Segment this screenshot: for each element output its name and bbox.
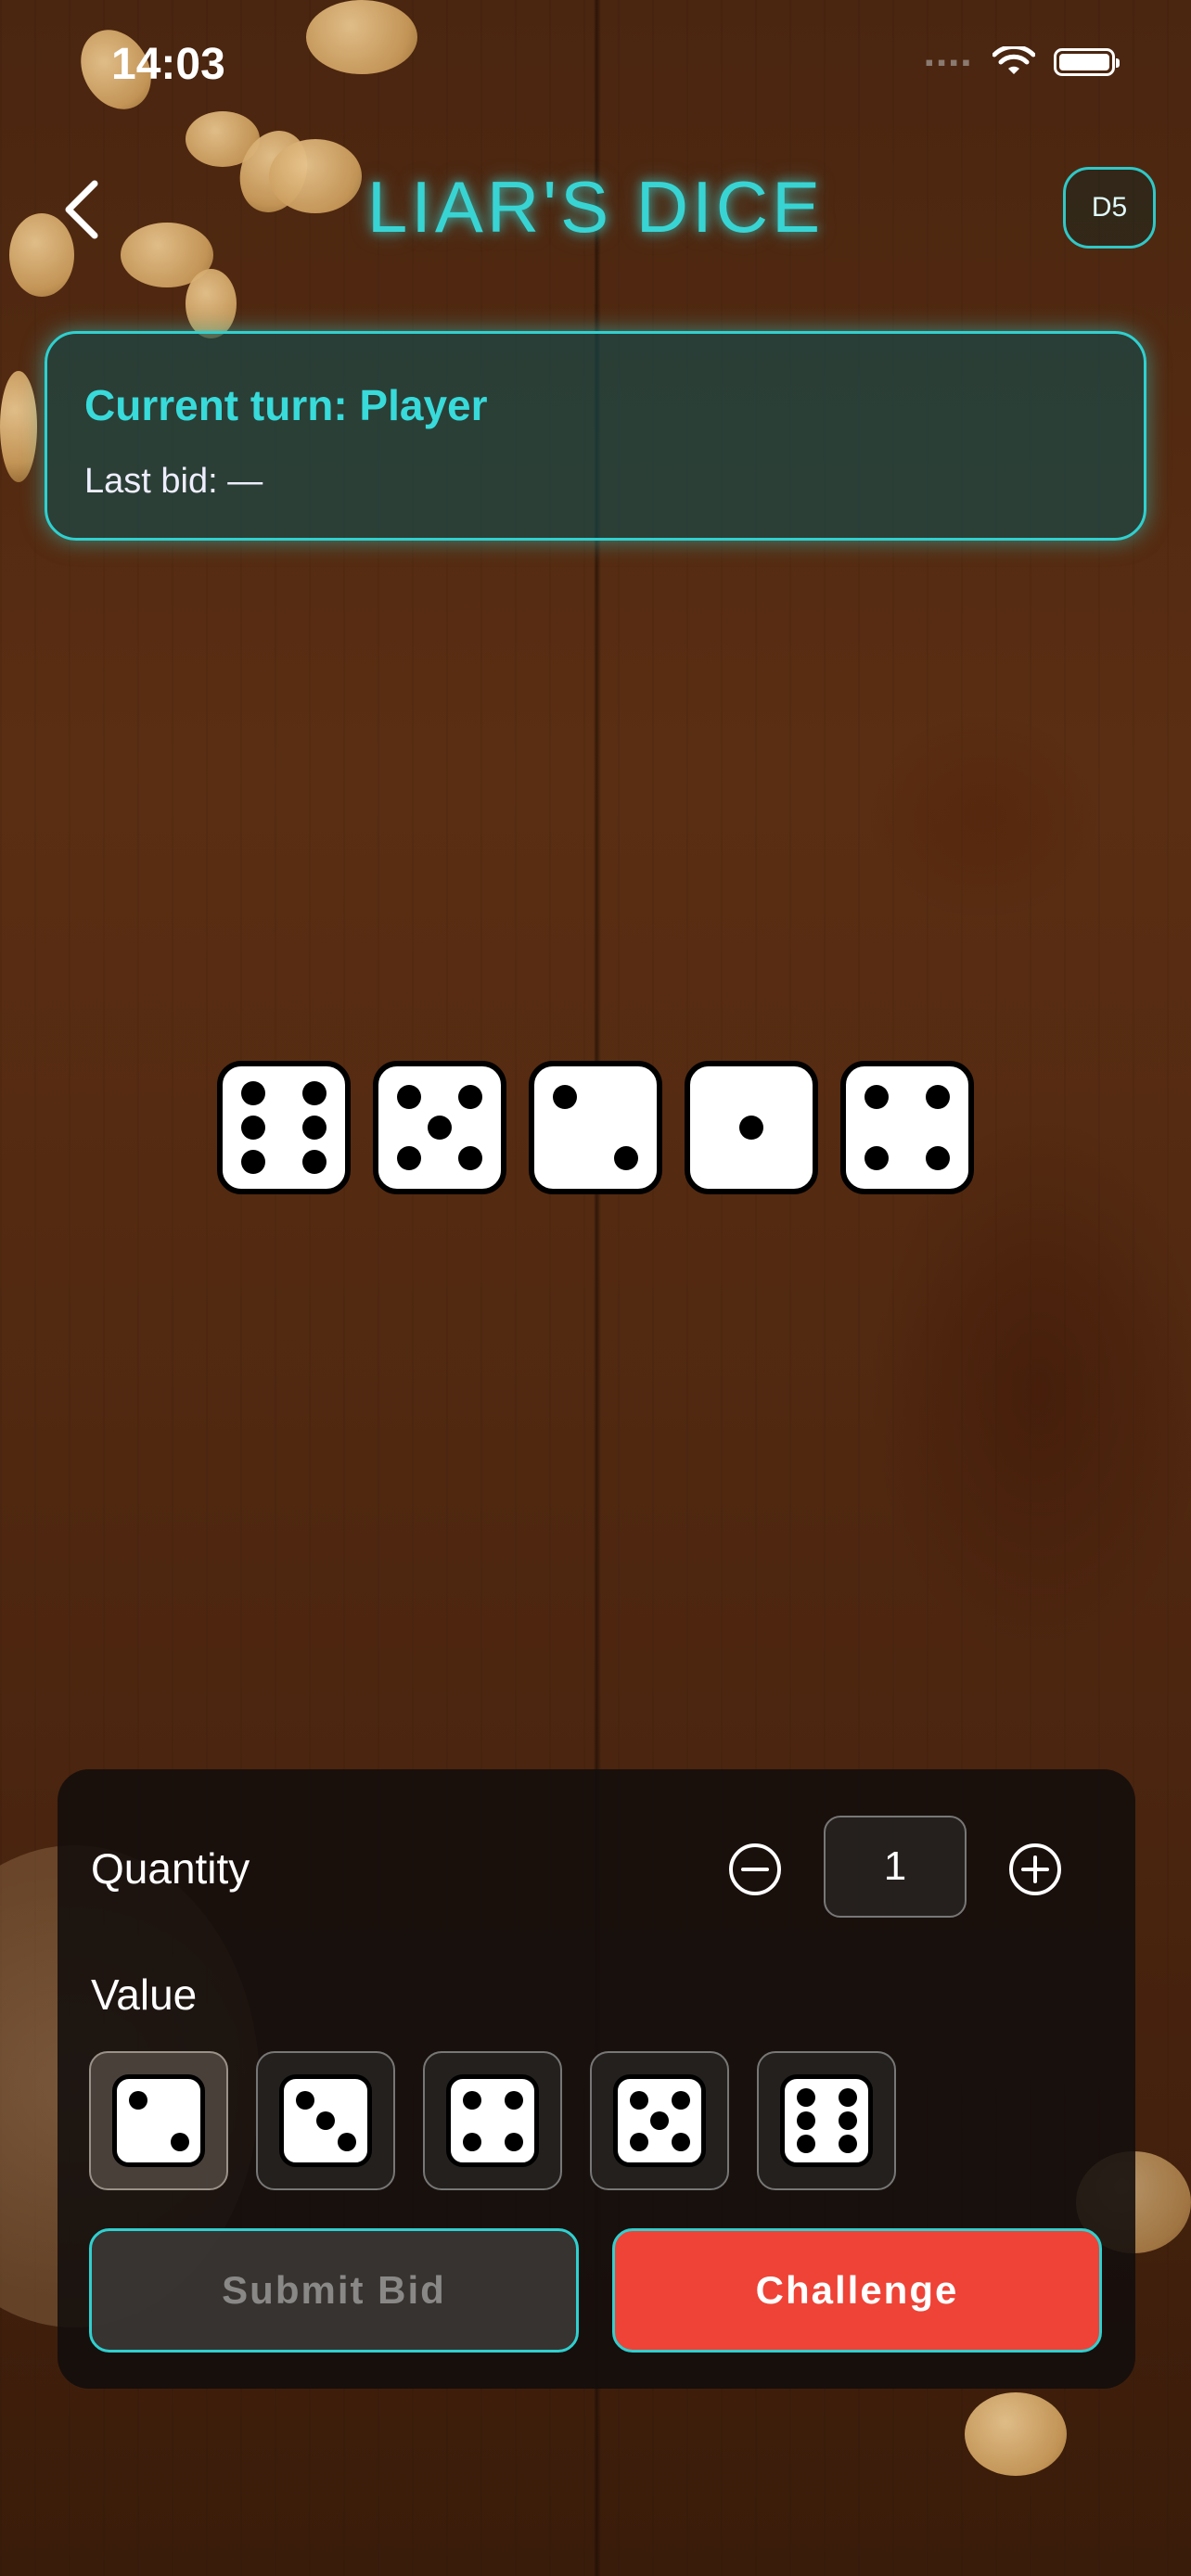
current-turn-text: Current turn: Player xyxy=(84,381,488,429)
die-pip xyxy=(241,1081,265,1106)
die-face-2 xyxy=(112,2074,205,2167)
die-pip xyxy=(926,1146,950,1170)
die-face-6 xyxy=(780,2074,873,2167)
die-pip xyxy=(397,1085,421,1109)
die-face-5 xyxy=(373,1061,506,1194)
submit-bid-button[interactable]: Submit Bid xyxy=(89,2228,579,2353)
die-pip xyxy=(838,2111,857,2130)
die-pip xyxy=(462,2090,481,2110)
die-pip xyxy=(629,2090,648,2110)
minus-circle-icon xyxy=(729,1843,781,1895)
die-pip xyxy=(170,2132,189,2151)
die-pip xyxy=(796,2135,815,2154)
die-face-6 xyxy=(217,1061,351,1194)
die-pip xyxy=(128,2090,147,2110)
die-pip xyxy=(671,2090,690,2110)
die-pip xyxy=(462,2132,481,2151)
wifi-icon xyxy=(992,46,1035,74)
quantity-increment-button[interactable] xyxy=(1007,1842,1063,1897)
die-pip xyxy=(504,2090,523,2110)
die-face-3 xyxy=(279,2074,372,2167)
die-pip xyxy=(650,2111,669,2130)
die-pip xyxy=(302,1116,327,1140)
die-pip xyxy=(458,1085,482,1109)
value-options-row xyxy=(89,2051,896,2190)
value-option-4[interactable] xyxy=(423,2051,562,2190)
quantity-decrement-button[interactable] xyxy=(727,1842,783,1897)
die-pip xyxy=(796,2087,815,2107)
last-bid-text: Last bid: — xyxy=(84,462,263,501)
die-pip xyxy=(241,1116,265,1140)
battery-icon xyxy=(1054,48,1120,76)
status-icons: ▪▪▪▪ xyxy=(925,46,1120,78)
value-option-5[interactable] xyxy=(590,2051,729,2190)
die-pip xyxy=(504,2132,523,2151)
die-pip xyxy=(428,1116,452,1140)
die-pip xyxy=(302,1081,327,1106)
die-face-4 xyxy=(446,2074,539,2167)
value-option-6[interactable] xyxy=(757,2051,896,2190)
die-pip xyxy=(614,1146,638,1170)
plus-circle-icon xyxy=(1009,1843,1061,1895)
die-pip xyxy=(838,2087,857,2107)
value-label: Value xyxy=(91,1970,198,2019)
die-face-4 xyxy=(840,1061,974,1194)
die-pip xyxy=(629,2132,648,2151)
turn-status-panel: Current turn: Player Last bid: — xyxy=(45,331,1146,541)
die-pip xyxy=(241,1149,265,1174)
die-pip xyxy=(739,1116,763,1140)
dice-count-badge[interactable]: D5 xyxy=(1063,167,1156,249)
die-pip xyxy=(553,1085,577,1109)
die-face-2 xyxy=(529,1061,662,1194)
die-face-5 xyxy=(613,2074,706,2167)
die-pip xyxy=(671,2132,690,2151)
die-pip xyxy=(316,2111,335,2130)
die-face-1 xyxy=(685,1061,818,1194)
signal-icon: ▪▪▪▪ xyxy=(925,47,974,76)
player-dice-row xyxy=(217,1061,974,1194)
die-pip xyxy=(337,2132,356,2151)
bid-panel: Quantity 1 Value Submit Bid Challenge xyxy=(58,1769,1135,2389)
die-pip xyxy=(864,1146,889,1170)
die-pip xyxy=(397,1146,421,1170)
value-option-2[interactable] xyxy=(89,2051,228,2190)
die-pip xyxy=(458,1146,482,1170)
die-pip xyxy=(838,2135,857,2154)
die-pip xyxy=(926,1085,950,1109)
die-pip xyxy=(796,2111,815,2130)
die-pip xyxy=(302,1149,327,1174)
status-time: 14:03 xyxy=(111,40,225,89)
quantity-label: Quantity xyxy=(91,1844,250,1893)
challenge-button[interactable]: Challenge xyxy=(612,2228,1102,2353)
die-pip xyxy=(864,1085,889,1109)
page-title: LIAR'S DICE xyxy=(366,166,825,248)
quantity-field[interactable]: 1 xyxy=(824,1816,967,1918)
value-option-3[interactable] xyxy=(256,2051,395,2190)
status-bar: 14:03 ▪▪▪▪ xyxy=(0,0,1191,139)
die-pip xyxy=(295,2090,314,2110)
